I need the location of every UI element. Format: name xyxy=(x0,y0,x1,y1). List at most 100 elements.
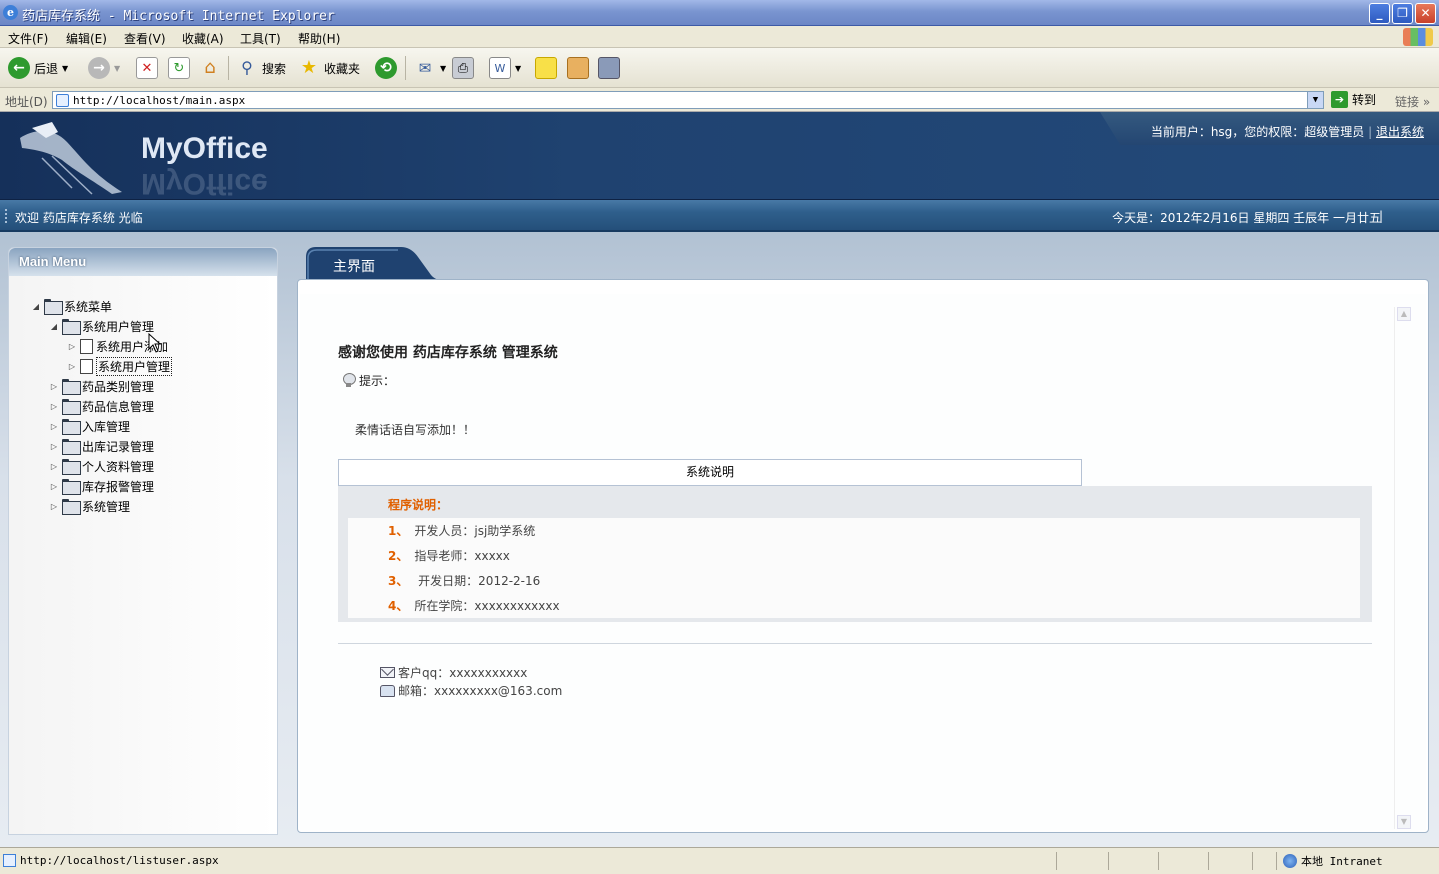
scrollbar[interactable]: ▲ ▼ xyxy=(1394,307,1412,829)
mail-button[interactable]: ✉ ▼ xyxy=(414,54,446,82)
links-button[interactable]: 链接 » xyxy=(1395,93,1430,110)
email-text: 邮箱：xxxxxxxxx@163.com xyxy=(398,684,563,698)
tree-label[interactable]: 系统用户管理 xyxy=(82,318,154,335)
window-title-bar[interactable]: e 药店库存系统 - Microsoft Internet Explorer _… xyxy=(0,0,1439,26)
envelope-icon xyxy=(380,667,395,678)
edit-button[interactable]: W ▼ xyxy=(489,54,521,82)
expand-icon[interactable]: ▷ xyxy=(67,342,77,351)
folder-icon xyxy=(62,379,81,395)
refresh-button[interactable]: ↻ xyxy=(168,54,190,82)
scroll-up-icon[interactable]: ▲ xyxy=(1397,307,1411,321)
window-title: 药店库存系统 - Microsoft Internet Explorer xyxy=(22,9,335,24)
tree-label[interactable]: 库存报警管理 xyxy=(82,478,154,495)
expand-icon[interactable]: ▷ xyxy=(49,402,59,411)
word-icon: W xyxy=(489,57,511,79)
windows-logo-icon xyxy=(1403,28,1433,46)
qq-text: 客户qq：xxxxxxxxxxx xyxy=(398,666,528,680)
expand-icon[interactable]: ▷ xyxy=(49,502,59,511)
back-button[interactable]: ← 后退 ▼ xyxy=(8,54,68,82)
minimize-button[interactable]: _ xyxy=(1369,3,1390,24)
printer-icon: ⎙ xyxy=(452,57,474,79)
item-text: 指导老师：xxxxx xyxy=(414,549,510,563)
refresh-icon: ↻ xyxy=(168,57,190,79)
folder-icon xyxy=(62,499,81,515)
menu-file[interactable]: 文件(F) xyxy=(8,30,48,47)
menu-help[interactable]: 帮助(H) xyxy=(298,30,340,47)
address-url: http://localhost/main.aspx xyxy=(73,94,246,107)
research-button[interactable] xyxy=(567,54,589,82)
logout-link[interactable]: 退出系统 xyxy=(1376,125,1424,139)
content-frame: ▲ ▼ 感谢您使用 药店库存系统 管理系统 提示： 柔情话语自写添加！！ 系统说… xyxy=(300,294,1426,830)
tree-node-drug-category[interactable]: ▷ 药品类别管理 xyxy=(49,376,154,396)
discuss-button[interactable] xyxy=(535,54,557,82)
tree-node-stock-in[interactable]: ▷ 入库管理 xyxy=(49,416,130,436)
page-icon xyxy=(80,358,93,374)
tree-label[interactable]: 系统菜单 xyxy=(64,298,112,315)
folder-open-icon xyxy=(44,299,63,315)
page-icon xyxy=(3,854,16,867)
collapse-icon[interactable]: ◢ xyxy=(49,322,59,331)
tree-node-system[interactable]: ▷ 系统管理 xyxy=(49,496,130,516)
expand-icon[interactable]: ▷ xyxy=(49,422,59,431)
menu-favorites[interactable]: 收藏(A) xyxy=(182,30,224,47)
messenger-icon xyxy=(598,57,620,79)
maximize-button[interactable]: ❐ xyxy=(1392,3,1413,24)
list-item: 3、 开发日期：2012-2-16 xyxy=(388,572,540,589)
item-text: 所在学院：xxxxxxxxxxxx xyxy=(414,599,560,613)
tree-label[interactable]: 个人资料管理 xyxy=(82,458,154,475)
expand-icon[interactable]: ▷ xyxy=(49,462,59,471)
search-button[interactable]: ⚲ 搜索 xyxy=(236,54,286,82)
welcome-text: 欢迎 药店库存系统 光临 xyxy=(15,211,143,225)
tree-node-user-manage[interactable]: ▷ 系统用户管理 xyxy=(67,356,173,376)
back-arrow-icon: ← xyxy=(8,57,30,79)
search-icon: ⚲ xyxy=(241,58,253,77)
tree-node-stock-alert[interactable]: ▷ 库存报警管理 xyxy=(49,476,154,496)
print-button[interactable]: ⎙ xyxy=(452,54,474,82)
collapse-icon[interactable]: ◢ xyxy=(31,302,41,311)
home-button[interactable]: ⌂ xyxy=(199,54,221,82)
stop-button[interactable]: ✕ xyxy=(136,54,158,82)
close-button[interactable]: ✕ xyxy=(1415,3,1436,24)
tree-label[interactable]: 出库记录管理 xyxy=(82,438,154,455)
tab-label: 主界面 xyxy=(333,259,375,275)
folder-icon xyxy=(62,459,81,475)
tree-node-stock-out[interactable]: ▷ 出库记录管理 xyxy=(49,436,154,456)
expand-icon[interactable]: ▷ xyxy=(49,482,59,491)
tree-label[interactable]: 药品信息管理 xyxy=(82,398,154,415)
tree-node-profile[interactable]: ▷ 个人资料管理 xyxy=(49,456,154,476)
expand-icon[interactable]: ▷ xyxy=(49,442,59,451)
address-dropdown-icon[interactable]: ▼ xyxy=(1307,92,1323,108)
favorites-button[interactable]: ★ 收藏夹 xyxy=(298,54,360,82)
list-item: 2、 指导老师：xxxxx xyxy=(388,547,510,564)
favorites-label: 收藏夹 xyxy=(324,61,361,76)
forward-button[interactable]: → ▼ xyxy=(88,54,120,82)
menu-tools[interactable]: 工具(T) xyxy=(240,30,281,47)
security-zone[interactable]: 本地 Intranet xyxy=(1283,853,1383,869)
messenger-button[interactable] xyxy=(598,54,620,82)
tree-label[interactable]: 系统管理 xyxy=(82,498,130,515)
address-input[interactable]: http://localhost/main.aspx ▼ xyxy=(52,91,1324,109)
menu-edit[interactable]: 编辑(E) xyxy=(66,30,107,47)
scroll-down-icon[interactable]: ▼ xyxy=(1397,815,1411,829)
tree-label[interactable]: 入库管理 xyxy=(82,418,130,435)
tree-node-root[interactable]: ◢ 系统菜单 xyxy=(31,296,112,316)
tree-node-drug-info[interactable]: ▷ 药品信息管理 xyxy=(49,396,154,416)
book-icon xyxy=(567,57,589,79)
expand-icon[interactable]: ▷ xyxy=(49,382,59,391)
expand-icon[interactable]: ▷ xyxy=(67,362,77,371)
go-label: 转到 xyxy=(1352,93,1377,107)
tab-main[interactable]: 主界面 xyxy=(306,247,446,281)
tree-node-user-mgmt[interactable]: ◢ 系统用户管理 xyxy=(49,316,154,336)
system-description-header: 系统说明 xyxy=(338,459,1082,486)
grip-icon xyxy=(5,209,7,223)
program-description-box: 程序说明： 1、 开发人员：jsj助学系统 2、 指导老师：xxxxx 3、 开发日… xyxy=(338,486,1372,622)
menu-view[interactable]: 查看(V) xyxy=(124,30,166,47)
history-button[interactable]: ⟲ xyxy=(375,54,397,82)
tree-label[interactable]: 药品类别管理 xyxy=(82,378,154,395)
date-text: 今天是：2012年2月16日 星期四 壬辰年 一月廿五 xyxy=(1112,211,1381,225)
dropdown-arrow-icon: ▼ xyxy=(114,63,121,73)
history-icon: ⟲ xyxy=(375,57,397,79)
tree-label[interactable]: 系统用户管理 xyxy=(96,356,173,376)
main-content-panel: ▲ ▼ 感谢您使用 药店库存系统 管理系统 提示： 柔情话语自写添加！！ 系统说… xyxy=(297,279,1429,833)
go-button[interactable]: ➔ 转到 xyxy=(1331,91,1376,108)
